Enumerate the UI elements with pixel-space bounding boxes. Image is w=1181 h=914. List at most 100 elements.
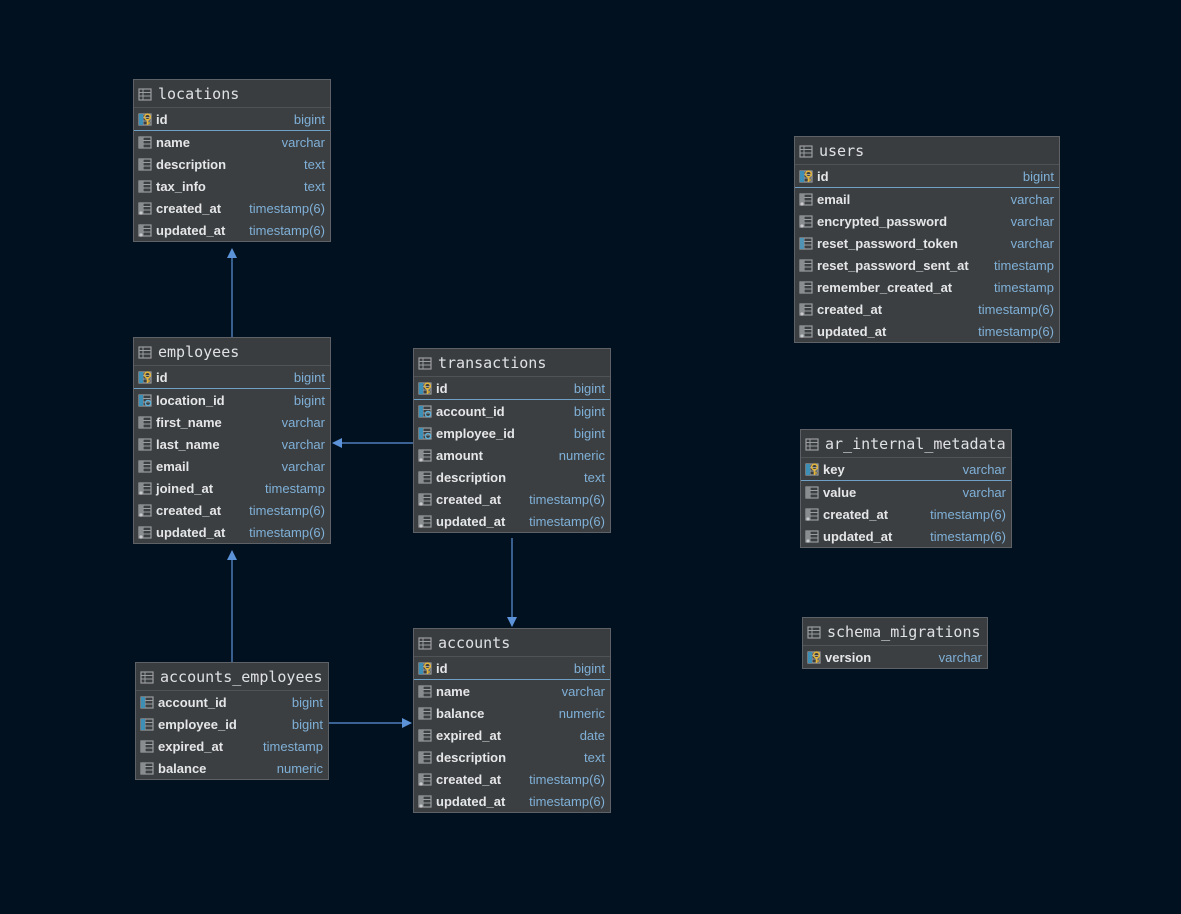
- not-null-column-icon: [418, 514, 432, 528]
- column-name: employee_id: [436, 425, 515, 441]
- column-type: varchar: [281, 134, 325, 150]
- column-row[interactable]: created_at timestamp(6): [414, 768, 610, 790]
- column-row[interactable]: description text: [414, 466, 610, 488]
- column-row[interactable]: email varchar: [134, 455, 330, 477]
- column-row[interactable]: created_at timestamp(6): [795, 298, 1059, 320]
- foreign-key-column-icon: [140, 717, 154, 731]
- column-name: created_at: [823, 506, 889, 522]
- column-name: email: [156, 458, 190, 474]
- table-employees[interactable]: employees id bigint location_id bigint first_…: [133, 337, 331, 544]
- column-row[interactable]: version varchar: [803, 646, 987, 668]
- column-row[interactable]: created_at timestamp(6): [801, 503, 1011, 525]
- column-icon: [138, 179, 152, 193]
- column-name: description: [436, 749, 507, 765]
- column-icon: [138, 415, 152, 429]
- table-title: employees: [158, 342, 240, 361]
- column-row[interactable]: location_id bigint: [134, 389, 330, 411]
- column-row[interactable]: id bigint: [414, 377, 610, 400]
- column-icon: [799, 258, 813, 272]
- column-name: value: [823, 484, 857, 500]
- primary-key-icon: [805, 462, 819, 476]
- column-row[interactable]: reset_password_token varchar: [795, 232, 1059, 254]
- column-icon: [799, 280, 813, 294]
- column-row[interactable]: employee_id bigint: [414, 422, 610, 444]
- table-header[interactable]: employees: [134, 338, 330, 366]
- column-name: remember_created_at: [817, 279, 953, 295]
- column-row[interactable]: last_name varchar: [134, 433, 330, 455]
- table-header[interactable]: ar_internal_metadata: [801, 430, 1011, 458]
- column-row[interactable]: remember_created_at timestamp: [795, 276, 1059, 298]
- column-row[interactable]: updated_at timestamp(6): [414, 510, 610, 532]
- column-name: created_at: [436, 491, 502, 507]
- table-accounts[interactable]: accounts id bigint name varchar balance numeri…: [413, 628, 611, 813]
- column-row[interactable]: updated_at timestamp(6): [134, 521, 330, 543]
- column-type: text: [584, 749, 605, 765]
- column-row[interactable]: encrypted_password varchar: [795, 210, 1059, 232]
- column-row[interactable]: created_at timestamp(6): [414, 488, 610, 510]
- column-row[interactable]: description text: [134, 153, 330, 175]
- er-diagram-canvas: locations id bigint name varchar description t…: [0, 0, 1181, 914]
- column-row[interactable]: name varchar: [134, 131, 330, 153]
- column-row[interactable]: joined_at timestamp: [134, 477, 330, 499]
- column-row[interactable]: updated_at timestamp(6): [801, 525, 1011, 547]
- column-row[interactable]: id bigint: [795, 165, 1059, 188]
- not-null-column-icon: [418, 448, 432, 462]
- table-header[interactable]: accounts_employees: [136, 663, 328, 691]
- column-row[interactable]: id bigint: [414, 657, 610, 680]
- column-type: varchar: [561, 683, 605, 699]
- column-row[interactable]: id bigint: [134, 108, 330, 131]
- column-row[interactable]: balance numeric: [414, 702, 610, 724]
- column-icon: [138, 157, 152, 171]
- column-row[interactable]: balance numeric: [136, 757, 328, 779]
- column-row[interactable]: amount numeric: [414, 444, 610, 466]
- column-name: amount: [436, 447, 483, 463]
- table-locations[interactable]: locations id bigint name varchar description t…: [133, 79, 331, 242]
- not-null-column-icon: [418, 794, 432, 808]
- primary-key-icon: [138, 370, 152, 384]
- table-header[interactable]: users: [795, 137, 1059, 165]
- column-name: version: [825, 649, 872, 665]
- column-row[interactable]: created_at timestamp(6): [134, 499, 330, 521]
- column-row[interactable]: description text: [414, 746, 610, 768]
- column-row[interactable]: tax_info text: [134, 175, 330, 197]
- column-row[interactable]: updated_at timestamp(6): [134, 219, 330, 241]
- column-row[interactable]: updated_at timestamp(6): [795, 320, 1059, 342]
- column-row[interactable]: email varchar: [795, 188, 1059, 210]
- column-row[interactable]: name varchar: [414, 680, 610, 702]
- table-accounts-employees[interactable]: accounts_employees account_id bigint employ…: [135, 662, 329, 780]
- table-schema-migrations[interactable]: schema_migrations version varchar: [802, 617, 988, 669]
- column-type: timestamp(6): [249, 524, 325, 540]
- column-row[interactable]: account_id bigint: [136, 691, 328, 713]
- column-row[interactable]: account_id bigint: [414, 400, 610, 422]
- table-title: ar_internal_metadata: [825, 434, 1006, 453]
- table-header[interactable]: schema_migrations: [803, 618, 987, 646]
- table-ar-internal-metadata[interactable]: ar_internal_metadata key varchar value varch…: [800, 429, 1012, 548]
- column-type: timestamp(6): [978, 323, 1054, 339]
- not-null-column-icon: [418, 772, 432, 786]
- table-users[interactable]: users id bigint email varchar encrypted_passw…: [794, 136, 1060, 343]
- index-column-icon: [799, 236, 813, 250]
- table-header[interactable]: locations: [134, 80, 330, 108]
- foreign-key-column-icon: [140, 695, 154, 709]
- column-row[interactable]: reset_password_sent_at timestamp: [795, 254, 1059, 276]
- table-header[interactable]: transactions: [414, 349, 610, 377]
- column-row[interactable]: created_at timestamp(6): [134, 197, 330, 219]
- column-row[interactable]: expired_at timestamp: [136, 735, 328, 757]
- foreign-key-icon: [418, 404, 432, 418]
- column-name: created_at: [817, 301, 883, 317]
- column-row[interactable]: employee_id bigint: [136, 713, 328, 735]
- column-type: bigint: [573, 425, 605, 441]
- column-row[interactable]: value varchar: [801, 481, 1011, 503]
- column-type: varchar: [281, 436, 325, 452]
- column-row[interactable]: expired_at date: [414, 724, 610, 746]
- column-type: varchar: [1010, 213, 1054, 229]
- column-name: email: [817, 191, 851, 207]
- not-null-column-icon: [799, 324, 813, 338]
- column-row[interactable]: first_name varchar: [134, 411, 330, 433]
- column-row[interactable]: updated_at timestamp(6): [414, 790, 610, 812]
- table-transactions[interactable]: transactions id bigint account_id bigint empl…: [413, 348, 611, 533]
- table-header[interactable]: accounts: [414, 629, 610, 657]
- column-row[interactable]: key varchar: [801, 458, 1011, 481]
- column-type: numeric: [558, 447, 605, 463]
- column-row[interactable]: id bigint: [134, 366, 330, 389]
